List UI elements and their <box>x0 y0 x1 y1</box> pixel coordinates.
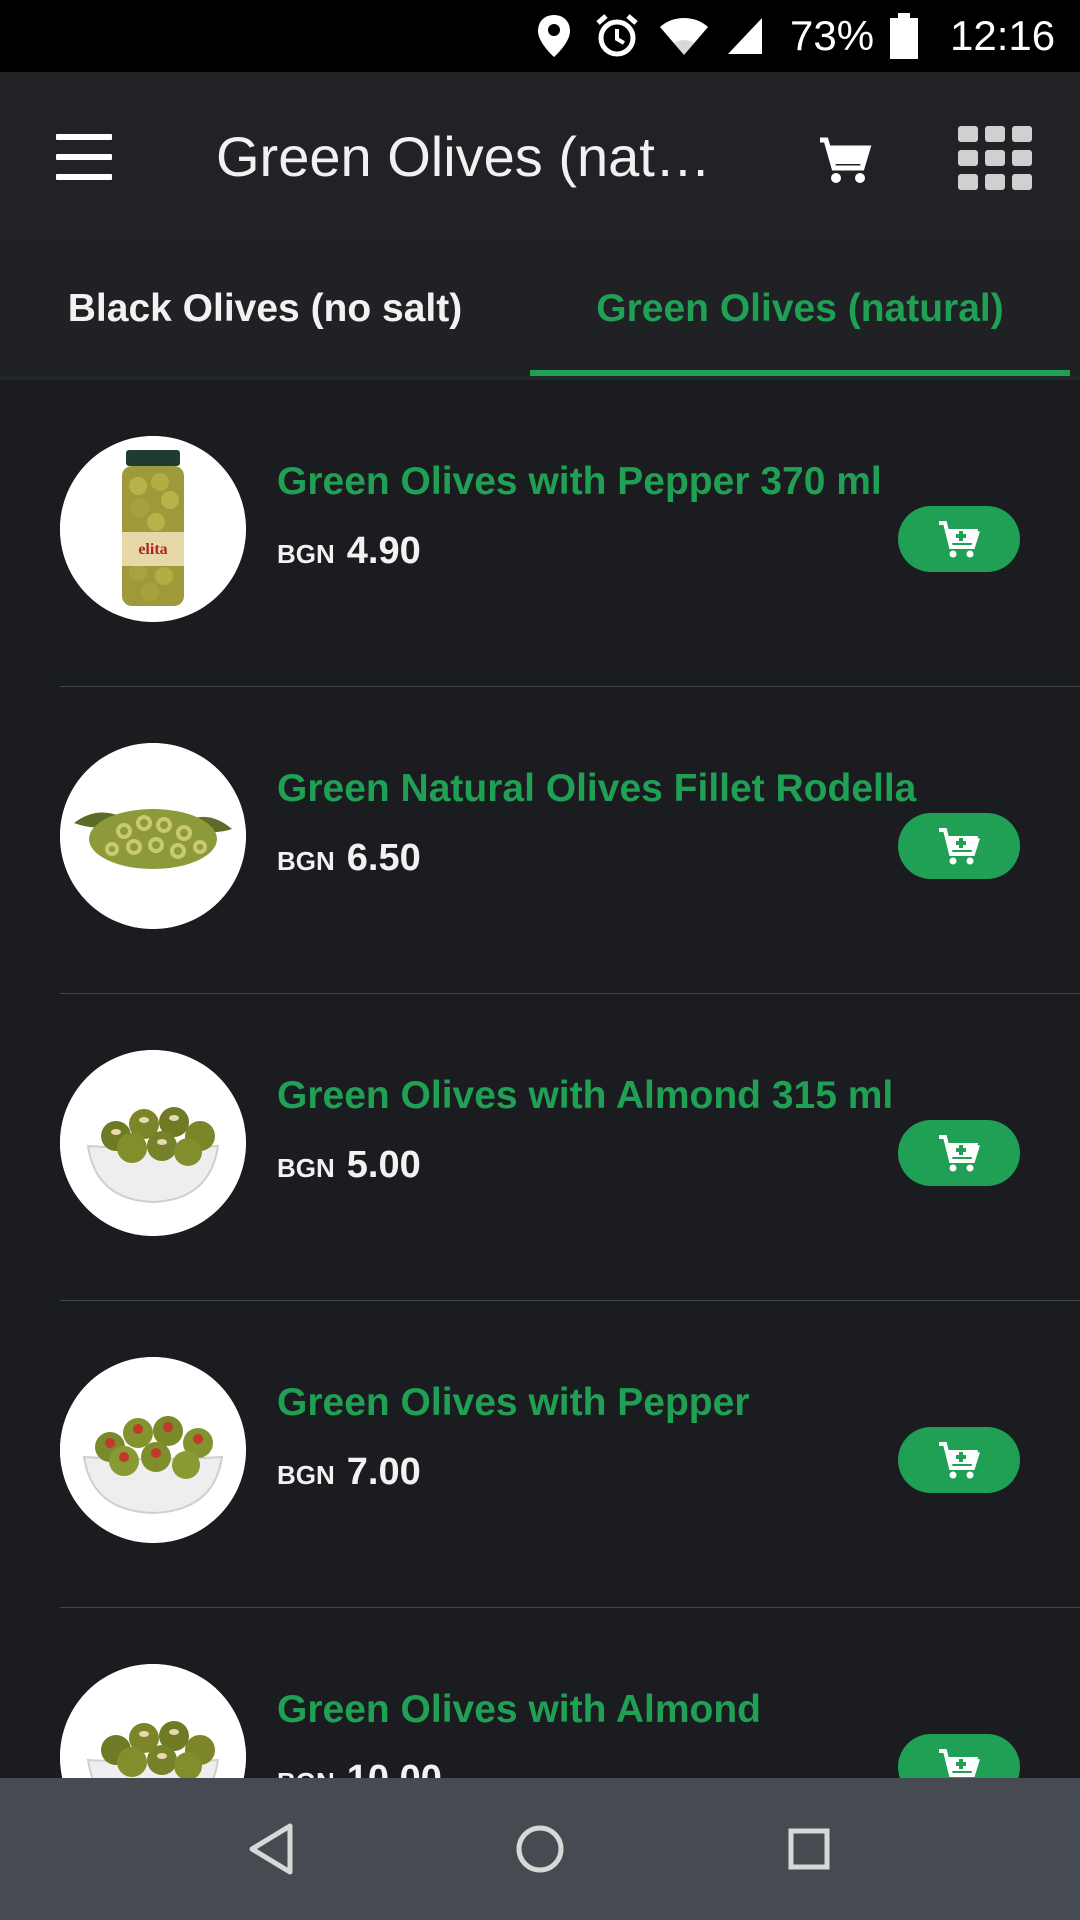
product-name[interactable]: Green Olives with Pepper <box>277 1381 750 1425</box>
product-image <box>60 1050 246 1236</box>
cart-icon <box>820 137 872 183</box>
tab-green-olives[interactable]: Green Olives (natural) <box>530 242 1070 376</box>
add-to-cart-button[interactable] <box>898 813 1020 879</box>
price-currency: BGN <box>277 1460 335 1490</box>
product-price: BGN 6.50 <box>277 837 421 880</box>
price-amount: 4.90 <box>346 530 421 572</box>
product-price: BGN 7.00 <box>277 1451 421 1494</box>
cell-signal-icon <box>726 0 764 72</box>
page-title: Green Olives (nat… <box>216 125 711 188</box>
product-name[interactable]: Green Olives with Almond <box>277 1688 761 1732</box>
add-to-cart-button[interactable] <box>898 506 1020 572</box>
status-bar: 73% 12:16 <box>0 0 1080 72</box>
product-image: elita <box>60 436 246 622</box>
recents-icon <box>788 1828 830 1870</box>
svg-text:elita: elita <box>138 541 167 558</box>
list-item[interactable]: Green Olives with Almond BGN 10.00 <box>60 1608 1080 1778</box>
grid-view-button[interactable] <box>950 120 1040 196</box>
app-bar: Green Olives (nat… <box>0 72 1080 242</box>
price-amount: 6.50 <box>346 837 421 879</box>
add-to-cart-icon <box>939 1749 980 1777</box>
clock-time: 12:16 <box>950 12 1056 59</box>
home-button[interactable] <box>505 1814 575 1884</box>
location-icon <box>536 0 572 72</box>
wifi-icon <box>658 0 710 72</box>
back-icon <box>249 1823 293 1875</box>
back-button[interactable] <box>236 1814 306 1884</box>
alarm-icon <box>594 0 640 72</box>
selected-tab-indicator <box>530 370 1070 376</box>
add-to-cart-button[interactable] <box>898 1427 1020 1493</box>
recents-button[interactable] <box>774 1814 844 1884</box>
list-item[interactable]: Green Olives with Pepper BGN 7.00 <box>60 1301 1080 1608</box>
price-currency: BGN <box>277 539 335 569</box>
price-currency: BGN <box>277 1153 335 1183</box>
product-price: BGN 5.00 <box>277 1144 421 1187</box>
product-name[interactable]: Green Natural Olives Fillet Rodella <box>277 767 916 811</box>
product-image <box>60 1664 246 1778</box>
list-item[interactable]: Green Olives with Almond 315 ml BGN 5.00 <box>60 994 1080 1301</box>
product-name[interactable]: Green Olives with Almond 315 ml <box>277 1074 893 1118</box>
home-icon <box>516 1825 564 1873</box>
product-name[interactable]: Green Olives with Pepper 370 ml <box>277 460 882 504</box>
add-to-cart-icon <box>939 521 980 558</box>
category-tabs: Black Olives (no salt) Green Olives (nat… <box>0 242 1080 380</box>
price-amount: 5.00 <box>346 1144 421 1186</box>
screen: 73% 12:16 Green Olives (nat… Black Olive… <box>0 0 1080 1920</box>
battery-percent: 73% <box>790 12 875 59</box>
menu-button[interactable] <box>40 122 130 192</box>
product-price: BGN 10.00 <box>277 1758 442 1778</box>
price-amount: 10.00 <box>347 1758 442 1778</box>
list-item[interactable]: elita Green Olives with Pepper 370 ml BG… <box>60 380 1080 687</box>
add-to-cart-button[interactable] <box>898 1734 1020 1778</box>
price-amount: 7.00 <box>346 1451 421 1493</box>
battery-icon <box>890 0 918 72</box>
product-image <box>60 1357 246 1543</box>
grid-view-icon <box>958 126 1032 190</box>
add-to-cart-button[interactable] <box>898 1120 1020 1186</box>
tab-black-olives[interactable]: Black Olives (no salt) <box>0 242 530 376</box>
add-to-cart-icon <box>939 828 980 865</box>
list-item[interactable]: Green Natural Olives Fillet Rodella BGN 6… <box>60 687 1080 994</box>
price-currency: BGN <box>277 846 335 876</box>
add-to-cart-icon <box>939 1442 980 1479</box>
cart-button[interactable] <box>800 124 882 194</box>
system-navigation-bar <box>0 1778 1080 1920</box>
product-price: BGN 4.90 <box>277 530 421 573</box>
product-image <box>60 743 246 929</box>
add-to-cart-icon <box>939 1135 980 1172</box>
price-currency: BGN <box>277 1767 335 1778</box>
product-list[interactable]: elita Green Olives with Pepper 370 ml BG… <box>0 380 1080 1778</box>
